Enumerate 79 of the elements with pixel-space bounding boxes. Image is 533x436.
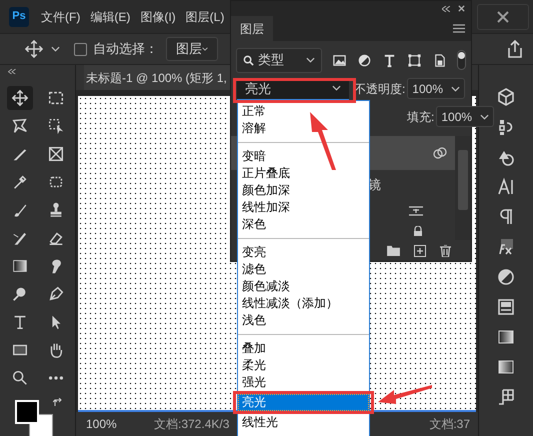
lasso-icon[interactable] (10, 117, 28, 136)
link-circles-icon (433, 146, 447, 160)
document-tab[interactable]: 未标题-1 @ 100% (矩形 1, (84, 65, 233, 90)
menu-option[interactable]: 颜色减淡 (238, 278, 369, 295)
folder-icon[interactable] (387, 245, 400, 256)
frame-icon[interactable] (46, 145, 64, 164)
opacity-field[interactable]: 100% (407, 78, 465, 100)
menu-option[interactable]: 柔光 (238, 357, 369, 374)
new-layer-icon[interactable] (414, 244, 426, 257)
menu-item[interactable]: 图层(L) (186, 8, 224, 26)
menu-option[interactable]: 亮光 (238, 394, 369, 411)
color-swatches-drawing[interactable] (14, 400, 52, 436)
pen-icon[interactable] (46, 285, 64, 304)
move-icon[interactable] (25, 40, 43, 58)
character-icon[interactable] (496, 177, 516, 197)
zoom-level[interactable]: 100% (86, 415, 146, 433)
close-icon[interactable] (458, 5, 465, 12)
menu-option[interactable]: 滤色 (238, 261, 369, 278)
caret-icon (451, 86, 460, 92)
menu-option[interactable]: 溶解 (238, 120, 369, 137)
caret-icon (332, 85, 341, 92)
zoom-icon[interactable] (10, 369, 28, 388)
menu-icon[interactable] (453, 24, 465, 34)
menu-option[interactable]: 线性加深 (238, 199, 369, 216)
dodge-icon[interactable] (10, 285, 28, 304)
search-icon (243, 54, 254, 66)
layer-select[interactable]: 图层 (166, 37, 218, 61)
menu-item[interactable]: 图像(I) (140, 8, 176, 26)
menu-option[interactable]: 线性减淡（添加） (238, 295, 369, 312)
filter-field[interactable]: 类型 (236, 48, 322, 73)
selection-icon[interactable] (46, 117, 64, 136)
collapse-icon[interactable] (442, 6, 450, 12)
caret-icon (480, 114, 490, 120)
move-icon[interactable] (10, 89, 28, 108)
filter-toggle[interactable] (457, 50, 466, 70)
menu-option[interactable]: 浅色 (238, 312, 369, 329)
smart-object-icon[interactable] (432, 52, 447, 68)
layers-tab[interactable]: 图层 (231, 16, 273, 41)
fill-field[interactable]: 100% (436, 106, 494, 128)
annotation-arrow (308, 110, 338, 172)
effects-icon[interactable] (496, 237, 516, 257)
menu-option[interactable]: 深色 (238, 216, 369, 233)
auto-select-label: 自动选择： (93, 40, 158, 58)
lock-icon[interactable] (413, 226, 423, 236)
menu-option[interactable]: 颜色加深 (238, 182, 369, 199)
collapse-icon[interactable] (8, 69, 16, 74)
adjustments-icon[interactable] (496, 267, 516, 287)
menu-option[interactable]: 正常 (238, 103, 369, 120)
image-icon[interactable] (332, 52, 347, 68)
close-button[interactable] (477, 4, 529, 30)
menu-option[interactable]: 强光 (238, 374, 369, 391)
auto-select-checkbox[interactable] (74, 42, 87, 56)
swap-icon[interactable] (52, 398, 62, 408)
properties-icon[interactable] (496, 297, 516, 317)
trash-icon[interactable] (440, 244, 451, 257)
document-info: 文档:372.4K/3 (154, 416, 230, 433)
half-circle-icon[interactable] (357, 52, 372, 68)
annotation-arrow (376, 384, 434, 406)
menu-option[interactable]: 变亮 (238, 244, 369, 261)
type-icon[interactable] (382, 52, 397, 68)
menu-option[interactable]: 线性光 (238, 414, 369, 431)
fill-label: 填充: (407, 108, 434, 126)
caret-icon[interactable] (51, 46, 60, 52)
cube-icon[interactable] (496, 87, 516, 107)
menu-item[interactable]: 编辑(E) (90, 8, 130, 26)
close-icon (497, 10, 509, 22)
document-info: 文档:37 (429, 416, 470, 433)
menu-item[interactable]: 文件(F) (41, 8, 80, 26)
caret-icon (202, 46, 208, 52)
menu-option[interactable]: 正片叠底 (238, 165, 369, 182)
app-logo: Ps (9, 6, 29, 26)
menu-option[interactable]: 变暗 (238, 148, 369, 165)
transform-icon[interactable] (407, 52, 422, 68)
share-icon[interactable] (505, 39, 525, 59)
scrollbar-thumb[interactable] (458, 150, 468, 210)
adjust-icon[interactable] (409, 206, 423, 216)
caret-icon (306, 57, 315, 64)
menu-option[interactable]: 叠加 (238, 340, 369, 357)
table-icon[interactable] (496, 387, 516, 407)
